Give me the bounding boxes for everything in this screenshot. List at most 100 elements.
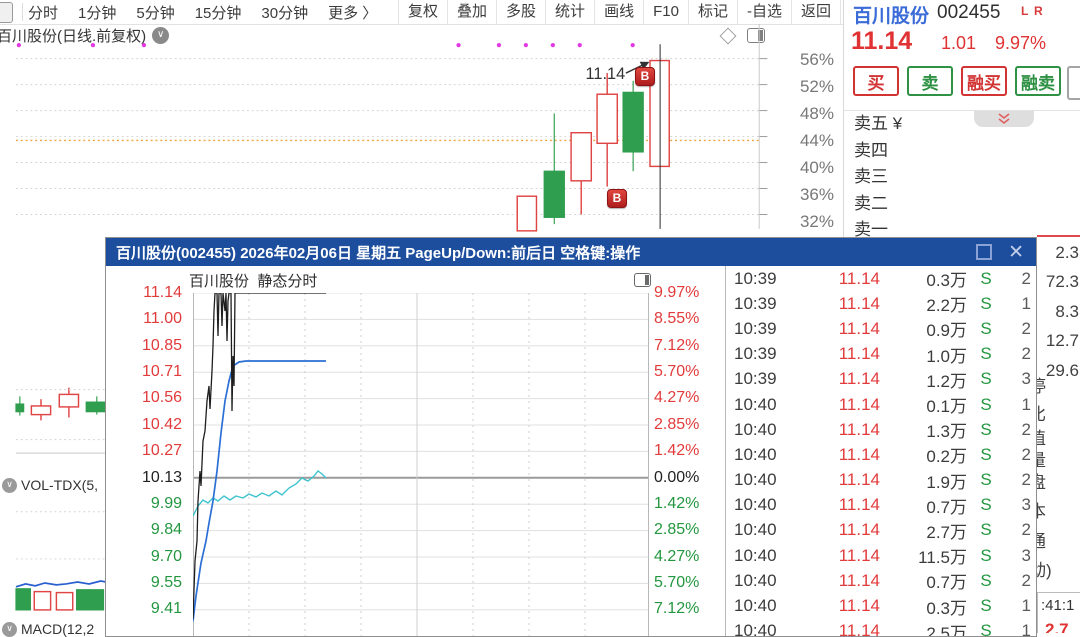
- trade-count: 1: [1021, 596, 1031, 616]
- trade-row[interactable]: 10:40 11.14 0.1万 S 1: [726, 392, 1036, 417]
- sell-level[interactable]: 卖三: [854, 164, 902, 191]
- vol-label-text: VOL-TDX(5,: [21, 477, 99, 493]
- stock-name[interactable]: 百川股份: [853, 1, 929, 28]
- toolbar-button[interactable]: 返回: [790, 0, 841, 24]
- period-tab[interactable]: 30分钟: [261, 2, 308, 23]
- trade-volume: 1.2万: [926, 371, 967, 391]
- percent-axis-label: 36%: [799, 185, 834, 204]
- price-axis-label: 9.70: [150, 547, 182, 565]
- percent-axis-label: 2.85%: [654, 521, 700, 539]
- panel-toggle-icon[interactable]: [634, 273, 651, 287]
- toolbar-button[interactable]: 标记: [687, 0, 737, 24]
- collapse-pill[interactable]: [974, 111, 1034, 127]
- trade-count: 3: [1021, 495, 1031, 515]
- close-icon[interactable]: ✕: [1008, 243, 1024, 262]
- chevron-down-circle-icon[interactable]: [2, 622, 17, 637]
- trade-row[interactable]: 10:39 11.14 0.3万 S 2: [726, 266, 1036, 291]
- trade-button-partial[interactable]: [1067, 66, 1080, 100]
- popup-titlebar[interactable]: 百川股份(002455) 2026年02月06日 星期五 PageUp/Down…: [106, 238, 1036, 266]
- price-axis-label: 10.13: [141, 468, 182, 486]
- price-axis-label: 10.27: [141, 442, 182, 460]
- trade-side: S: [980, 495, 992, 515]
- trade-time: 10:40: [734, 419, 777, 439]
- trade-row[interactable]: 10:39 11.14 1.2万 S 3: [726, 367, 1036, 392]
- intraday-popup-window: 百川股份(002455) 2026年02月06日 星期五 PageUp/Down…: [105, 237, 1037, 637]
- trade-button[interactable]: 卖: [907, 66, 953, 96]
- trade-row[interactable]: 10:40 11.14 11.5万 S 3: [726, 543, 1036, 568]
- trade-price: 11.14: [838, 268, 880, 288]
- toolbar-button[interactable]: 统计: [545, 0, 594, 24]
- trade-count: 2: [1021, 570, 1031, 590]
- sell-level[interactable]: 卖四: [854, 138, 902, 165]
- period-tab[interactable]: 5分钟: [136, 2, 174, 23]
- trade-time: 10:39: [734, 369, 777, 389]
- trade-row[interactable]: 10:40 11.14 0.3万 S 1: [726, 593, 1036, 618]
- trade-volume: 0.3万: [926, 271, 967, 291]
- percent-axis-label: 4.27%: [654, 547, 700, 565]
- trade-button[interactable]: 融卖: [1015, 66, 1061, 96]
- trade-side: S: [980, 344, 992, 364]
- trade-row[interactable]: 10:40 11.14 1.9万 S 2: [726, 468, 1036, 493]
- trade-side: S: [980, 570, 992, 590]
- sell-level[interactable]: 卖二: [854, 191, 902, 218]
- toolbar-button[interactable]: F10: [643, 0, 688, 24]
- trade-row[interactable]: 10:39 11.14 0.9万 S 2: [726, 316, 1036, 341]
- flag-l: L: [1021, 4, 1029, 18]
- trade-row[interactable]: 10:40 11.14 2.5万 S 1: [726, 619, 1036, 637]
- toolbar-partial-icon[interactable]: [0, 2, 13, 23]
- toolbar-button[interactable]: 复权: [398, 0, 447, 24]
- price-axis-label: 10.71: [141, 362, 182, 380]
- toolbar-button[interactable]: 多股: [496, 0, 545, 24]
- percent-axis-label: 40%: [799, 158, 834, 177]
- percent-axis-label: 1.42%: [654, 442, 700, 460]
- trade-time: 10:40: [734, 520, 777, 540]
- trade-row[interactable]: 10:40 11.14 0.2万 S 2: [726, 442, 1036, 467]
- trade-row[interactable]: 10:40 11.14 2.7万 S 2: [726, 518, 1036, 543]
- price-axis-label: 9.99: [150, 494, 182, 512]
- trade-count: 3: [1021, 369, 1031, 389]
- volume-bar: [76, 589, 105, 611]
- trade-price: 11.14: [838, 369, 880, 389]
- trade-count: 1: [1021, 394, 1031, 414]
- trade-row[interactable]: 10:39 11.14 2.2万 S 1: [726, 291, 1036, 316]
- percent-axis-label: 52%: [799, 77, 834, 96]
- trade-price: 11.14: [838, 293, 880, 313]
- trade-side: S: [980, 293, 992, 313]
- chevron-down-circle-icon[interactable]: [2, 478, 17, 493]
- price-axis-label: 9.55: [150, 574, 182, 592]
- sell-level[interactable]: 卖五 ¥: [854, 111, 902, 138]
- trade-row[interactable]: 10:40 11.14 0.7万 S 2: [726, 568, 1036, 593]
- trade-row[interactable]: 10:39 11.14 1.0万 S 2: [726, 342, 1036, 367]
- trade-volume: 1.3万: [926, 422, 967, 442]
- trade-button[interactable]: 买: [853, 66, 899, 96]
- period-tab[interactable]: 分时: [28, 2, 58, 23]
- trade-volume: 0.3万: [926, 598, 967, 618]
- toolbar-button[interactable]: 叠加: [447, 0, 496, 24]
- trade-time: 10:40: [734, 545, 777, 565]
- percent-axis-label: 5.70%: [654, 574, 700, 592]
- trade-time: 10:39: [734, 318, 777, 338]
- price-axis: 11.14 11.00 10.85 10.71 10.56 10.42 10.27 10.13…: [110, 280, 182, 623]
- toolbar-button[interactable]: 画线: [594, 0, 643, 24]
- trade-count: 1: [1021, 293, 1031, 313]
- trade-button[interactable]: 融买: [961, 66, 1007, 96]
- period-tab[interactable]: 更多 〉: [328, 2, 377, 23]
- maximize-button[interactable]: [976, 244, 993, 260]
- trade-volume: 0.9万: [926, 321, 967, 341]
- toolbar-button[interactable]: -自选: [736, 0, 791, 24]
- volume-bar: [33, 590, 52, 611]
- trade-count: 2: [1021, 470, 1031, 490]
- trade-count: 2: [1021, 444, 1031, 464]
- period-tab[interactable]: 15分钟: [195, 2, 242, 23]
- trade-row[interactable]: 10:40 11.14 0.7万 S 3: [726, 493, 1036, 518]
- edge-value: 72.3: [1045, 272, 1079, 291]
- period-tab[interactable]: 1分钟: [78, 2, 116, 23]
- trade-price: 11.14: [838, 570, 880, 590]
- trade-volume: 2.5万: [926, 623, 967, 637]
- buy-marker-badge: B: [607, 189, 627, 208]
- trade-row[interactable]: 10:40 11.14 1.3万 S 2: [726, 417, 1036, 442]
- trade-volume: 0.7万: [926, 573, 967, 593]
- trade-count: 2: [1021, 344, 1031, 364]
- edge-red-value: 2.7: [1045, 620, 1069, 633]
- trade-time: 10:40: [734, 621, 777, 637]
